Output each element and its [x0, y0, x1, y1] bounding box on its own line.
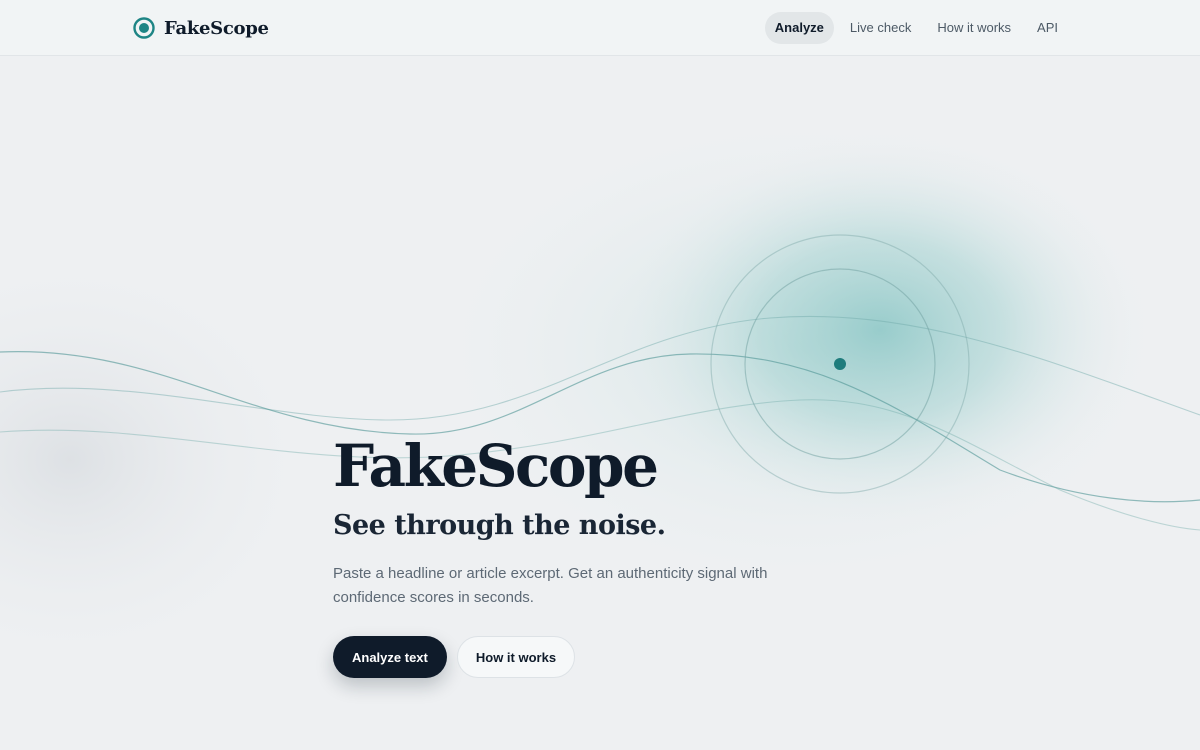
radar-center-dot — [834, 358, 846, 370]
top-navbar: FakeScope Analyze Live check How it work… — [0, 0, 1200, 56]
nav-item-api[interactable]: API — [1027, 12, 1068, 44]
nav-item-live-check[interactable]: Live check — [840, 12, 921, 44]
how-it-works-button[interactable]: How it works — [456, 636, 576, 678]
wave-line-1 — [0, 315, 1200, 421]
cta-buttons: Analyze text How it works — [333, 636, 813, 678]
hero-description: Paste a headline or article excerpt. Get… — [333, 565, 768, 606]
hero-title: FakeScope — [333, 432, 659, 500]
brand-logo-link[interactable]: FakeScope — [133, 17, 269, 39]
hero-section: FakeScope See through the noise. Paste a… — [333, 430, 813, 678]
target-dot-icon — [133, 17, 155, 39]
nav-item-how-it-works[interactable]: How it works — [927, 12, 1021, 44]
main-nav: Analyze Live check How it works API — [764, 12, 1068, 44]
analyze-text-button[interactable]: Analyze text — [333, 636, 447, 678]
brand-name: FakeScope — [164, 17, 269, 39]
hero-tagline: See through the noise. — [333, 510, 666, 541]
nav-item-analyze[interactable]: Analyze — [764, 12, 834, 44]
left-haze — [0, 240, 330, 680]
